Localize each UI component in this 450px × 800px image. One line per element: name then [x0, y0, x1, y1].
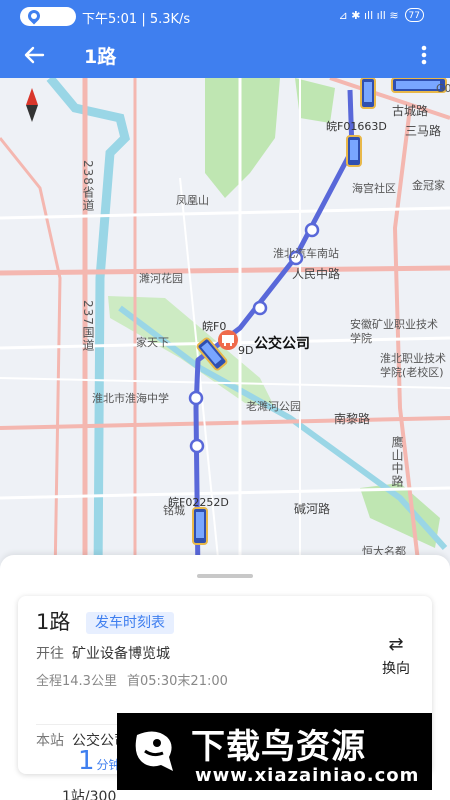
page-title: 1路 [84, 46, 117, 68]
map-label: 凤凰山 [176, 194, 209, 207]
status-icons: ⊿ ✱ ıll ıll ≋ 77 [339, 8, 424, 22]
map-label: 安徽矿业职业技术学院 [350, 318, 438, 345]
map-label: 碱河路 [294, 502, 331, 516]
signal-icons: ⊿ ✱ ıll ıll ≋ [338, 8, 399, 22]
arrow-left-icon [24, 46, 45, 64]
route-map[interactable]: 古城路 三马路 G0 海宫社区 金冠家 凤凰山 淮北汽车南站 人民中路 濉河花园… [0, 78, 450, 578]
this-stop-label: 本站 [36, 733, 64, 749]
switch-direction-button[interactable]: ⇄ 换向 [374, 636, 418, 678]
map-label: 鹰山中路 [390, 436, 404, 488]
app-bar: 1路 [0, 32, 450, 78]
map-label: G0 [436, 82, 450, 95]
map-label: 238省道 [81, 160, 95, 212]
watermark-title: 下载鸟资源 [191, 727, 366, 767]
map-label: 海宫社区 [352, 182, 396, 195]
back-button[interactable] [18, 39, 50, 71]
bus-plate-label: 皖F01663D [326, 120, 387, 133]
bus-marker-top[interactable] [360, 78, 376, 109]
route-stop[interactable] [188, 390, 204, 406]
bird-logo-icon [135, 731, 173, 771]
bus-marker-top-2[interactable] [346, 135, 362, 167]
map-label: 人民中路 [292, 267, 341, 281]
timetable-button[interactable]: 发车时刻表 [86, 612, 174, 634]
bus-plate-label: 皖F0 [202, 320, 227, 333]
more-vertical-icon [421, 45, 427, 65]
bus-marker-bottom[interactable] [192, 507, 208, 545]
eta-value: 1 [78, 746, 95, 776]
total-length: 全程14.3公里 [36, 674, 117, 689]
battery-icon: 77 [404, 8, 424, 22]
map-label: 三马路 [405, 124, 442, 138]
station-label: 公交公司 [254, 336, 310, 352]
map-label: 濉河花园 [139, 272, 183, 285]
status-time-speed: 下午5:01 | 5.3K/s [82, 12, 191, 27]
watermark-url: www.xiazainiao.com [195, 765, 420, 786]
last-bus-time: 末21:00 [177, 674, 228, 689]
location-pill [20, 7, 76, 26]
direction-label: 开往 [36, 646, 64, 662]
map-label: 南黎路 [334, 412, 371, 426]
bus-plate-label: 皖F02252D [168, 496, 229, 509]
map-label: 老濉河公园 [246, 400, 301, 413]
status-bar: 下午5:01 | 5.3K/s ⊿ ✱ ıll ıll ≋ 77 [0, 0, 450, 32]
more-options-button[interactable] [414, 40, 434, 70]
eta-distance: 1站/300 [62, 789, 117, 800]
route-stop[interactable] [304, 222, 320, 238]
map-label: 家天下 [136, 336, 169, 349]
route-stop[interactable] [189, 438, 205, 454]
compass-icon[interactable] [24, 88, 40, 122]
bus-plate-label: 9D [238, 344, 254, 357]
map-label: 淮北市淮海中学 [92, 392, 169, 405]
eta-display: 1 分钟 [78, 746, 121, 776]
map-label: 237国道 [81, 300, 95, 352]
map-label: 古城路 [392, 104, 429, 118]
location-pin-icon [25, 7, 43, 25]
map-label: 金冠家 [412, 179, 445, 192]
direction-value: 矿业设备博览城 [72, 646, 170, 662]
switch-direction-label: 换向 [382, 661, 410, 677]
first-bus-time: 首05:30 [126, 674, 178, 689]
route-info-row: 全程14.3公里 首05:30末21:00 [36, 670, 228, 689]
swap-icon: ⇄ [388, 634, 404, 655]
route-stop[interactable] [252, 300, 268, 316]
watermark-banner: 下载鸟资源 www.xiazainiao.com [117, 713, 432, 790]
sheet-drag-handle[interactable] [197, 574, 253, 578]
map-label: 淮北职业技术学院(老校区) [380, 352, 446, 379]
direction-row: 开往 矿业设备博览城 [36, 643, 170, 663]
route-name: 1路 [36, 610, 71, 634]
map-label: 淮北汽车南站 [273, 247, 339, 260]
